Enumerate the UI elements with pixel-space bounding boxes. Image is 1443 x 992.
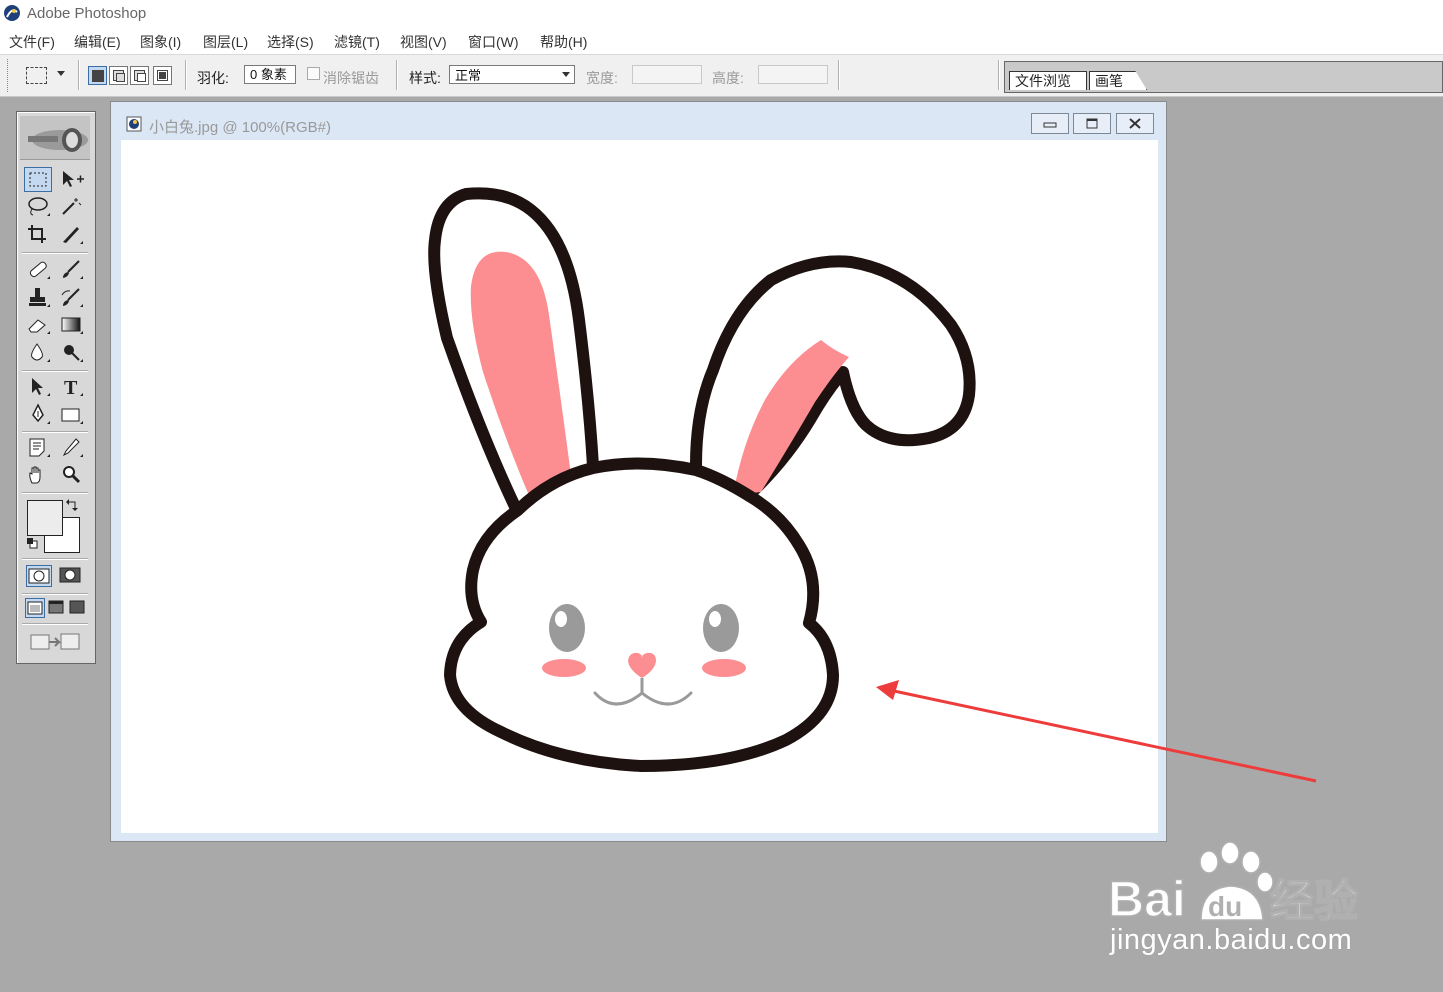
intersect-selection-button[interactable] (153, 66, 172, 85)
type-tool-icon[interactable]: T (57, 374, 85, 399)
hand-tool-icon[interactable] (24, 462, 52, 487)
menu-view[interactable]: 视图(V) (400, 32, 447, 52)
bunny-illustration (428, 187, 976, 772)
menu-layer[interactable]: 图层(L) (203, 32, 248, 52)
separator (838, 60, 840, 90)
pen-tool-icon[interactable] (24, 402, 52, 427)
menu-filter[interactable]: 滤镜(T) (334, 32, 380, 52)
crop-tool-icon[interactable] (24, 222, 52, 247)
toolbox-header[interactable] (20, 116, 90, 160)
menu-file[interactable]: 文件(F) (9, 32, 55, 52)
minimize-icon (1043, 122, 1057, 128)
style-label: 样式: (409, 70, 441, 86)
document-icon (126, 116, 142, 132)
photoshop-app-icon (4, 5, 20, 21)
menu-window[interactable]: 窗口(W) (468, 32, 519, 52)
slice-tool-icon[interactable] (57, 222, 85, 247)
adobe-online-icon (28, 128, 88, 152)
feather-input[interactable] (244, 65, 296, 84)
separator (22, 558, 88, 560)
svg-text:经验: 经验 (1270, 876, 1358, 927)
tab-file-browser[interactable]: 文件浏览 (1009, 71, 1087, 90)
image-canvas[interactable] (121, 140, 1158, 833)
separator (22, 492, 88, 494)
minimize-button[interactable] (1031, 113, 1069, 134)
close-button[interactable] (1116, 113, 1154, 134)
dodge-tool-icon[interactable] (57, 340, 85, 365)
menu-help[interactable]: 帮助(H) (540, 32, 587, 52)
zoom-tool-icon[interactable] (57, 462, 85, 487)
separator (396, 60, 398, 90)
width-input[interactable] (632, 65, 702, 84)
full-screen-menu-mode-icon[interactable] (46, 598, 66, 618)
document-titlebar[interactable]: 小白兔.jpg @ 100%(RGB#) (111, 102, 1166, 139)
magic-wand-tool-icon[interactable] (57, 194, 85, 219)
quick-mask-mode-icon[interactable] (57, 565, 83, 587)
document-title: 小白兔.jpg @ 100%(RGB#) (149, 119, 331, 136)
eyedropper-tool-icon[interactable] (57, 435, 85, 460)
new-selection-button[interactable] (88, 66, 107, 85)
antialias-checkbox[interactable] (307, 67, 320, 80)
brush-tool-icon[interactable] (57, 257, 85, 282)
document-window: 小白兔.jpg @ 100%(RGB#) (110, 101, 1167, 842)
add-to-selection-button[interactable] (109, 66, 128, 85)
full-screen-mode-icon[interactable] (67, 598, 87, 618)
path-selection-tool-icon[interactable] (24, 374, 52, 399)
lasso-tool-icon[interactable] (24, 194, 52, 219)
close-icon (1129, 118, 1141, 129)
blur-tool-icon[interactable] (24, 340, 52, 365)
menu-image[interactable]: 图象(I) (140, 32, 181, 52)
menu-edit[interactable]: 编辑(E) (74, 32, 121, 52)
rect-marquee-tool-icon[interactable] (24, 167, 52, 192)
tool-preset-dropdown-icon[interactable] (57, 71, 65, 76)
separator (22, 370, 88, 372)
menu-select[interactable]: 选择(S) (267, 32, 314, 52)
options-bar-grip[interactable] (7, 59, 11, 92)
rect-marquee-preset-icon[interactable] (26, 67, 47, 84)
subtract-from-selection-button[interactable] (130, 66, 149, 85)
notes-tool-icon[interactable] (24, 435, 52, 460)
svg-text:du: du (1208, 891, 1242, 922)
standard-mode-icon[interactable] (26, 565, 52, 587)
separator (998, 60, 1000, 90)
app-titlebar: Adobe Photoshop (0, 0, 1443, 28)
separator (78, 60, 80, 90)
swap-colors-icon[interactable] (65, 498, 79, 512)
move-tool-icon[interactable] (57, 167, 85, 192)
default-colors-icon[interactable] (26, 537, 38, 549)
chevron-down-icon (562, 72, 570, 77)
style-select-value: 正常 (455, 68, 482, 83)
maximize-icon (1086, 118, 1098, 129)
separator (22, 623, 88, 625)
clone-stamp-tool-icon[interactable] (24, 285, 52, 310)
gradient-tool-icon[interactable] (57, 312, 85, 337)
separator (22, 593, 88, 595)
antialias-label: 消除锯齿 (323, 70, 379, 86)
tab-brushes[interactable]: 画笔 (1089, 71, 1147, 90)
separator (185, 60, 187, 90)
watermark-url: jingyan.baidu.com (1110, 924, 1353, 956)
jump-to-imageready-icon[interactable] (24, 628, 86, 656)
separator (22, 431, 88, 433)
standard-screen-mode-icon[interactable] (25, 598, 45, 618)
menu-bar: 文件(F) 编辑(E) 图象(I) 图层(L) 选择(S) 滤镜(T) 视图(V… (0, 28, 1443, 55)
feather-label: 羽化: (197, 70, 229, 86)
separator (22, 252, 88, 254)
toolbox: T (16, 111, 96, 664)
history-brush-tool-icon[interactable] (57, 285, 85, 310)
height-label: 高度: (712, 70, 744, 86)
palette-well: 文件浏览 画笔 (1004, 61, 1443, 93)
height-input[interactable] (758, 65, 828, 84)
app-title: Adobe Photoshop (27, 5, 147, 22)
eraser-tool-icon[interactable] (24, 312, 52, 337)
rectangle-tool-icon[interactable] (57, 402, 85, 427)
foreground-color-swatch-top[interactable] (27, 500, 63, 536)
svg-text:Bai: Bai (1108, 871, 1186, 927)
svg-text:T: T (64, 377, 78, 399)
width-label: 宽度: (586, 70, 618, 86)
healing-brush-tool-icon[interactable] (24, 257, 52, 282)
maximize-button[interactable] (1073, 113, 1111, 134)
style-select[interactable]: 正常 (449, 65, 575, 84)
